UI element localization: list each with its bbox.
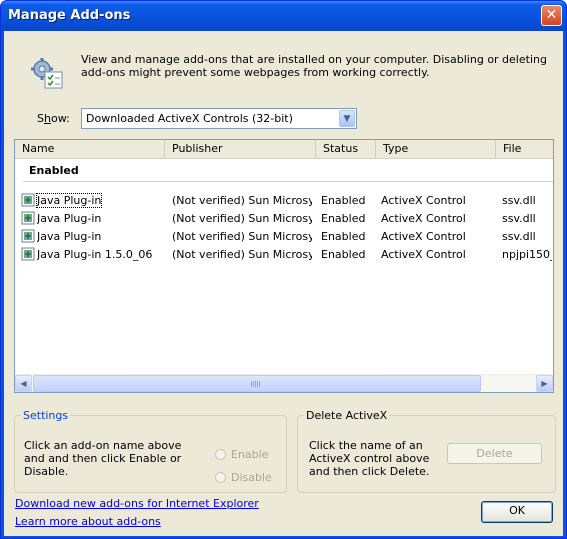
addon-status: Enabled	[321, 194, 366, 207]
scrollbar-thumb[interactable]	[33, 375, 481, 392]
delete-activex-legend: Delete ActiveX	[306, 409, 388, 422]
group-divider	[23, 181, 553, 182]
download-addons-link[interactable]: Download new add-ons for Internet Explor…	[15, 497, 259, 510]
addon-publisher: (Not verified) Sun Microsy…	[172, 194, 312, 207]
list-header: Name Publisher Status Type File	[15, 140, 553, 159]
scroll-right-icon[interactable]: ▶	[536, 375, 553, 392]
disable-label: Disable	[231, 471, 272, 484]
settings-gears-icon	[31, 58, 63, 89]
settings-group: Settings Click an add-on name above and …	[14, 409, 287, 493]
addon-type: ActiveX Control	[381, 230, 466, 243]
show-label: Show:	[37, 112, 70, 125]
addon-name[interactable]: Java Plug-in	[37, 212, 101, 225]
window-title: Manage Add-ons	[8, 8, 131, 23]
horizontal-scrollbar[interactable]: ◀ ▶	[15, 374, 553, 392]
delete-instructions: Click the name of an ActiveX control abo…	[309, 439, 430, 478]
dropdown-arrow-icon[interactable]: ▼	[339, 110, 355, 127]
addon-file: ssv.dll	[502, 212, 536, 225]
table-row[interactable]: Java Plug-in (Not verified) Sun Microsy……	[15, 210, 553, 228]
addon-type: ActiveX Control	[381, 194, 466, 207]
group-header-enabled: Enabled	[29, 164, 79, 177]
column-header-file[interactable]: File	[496, 140, 553, 158]
addon-name[interactable]: Java Plug-in 1.5.0_06	[37, 248, 152, 261]
delete-activex-group: Delete ActiveX Click the name of an Acti…	[297, 409, 556, 493]
dialog-body: View and manage add-ons that are install…	[4, 31, 563, 536]
table-row[interactable]: Java Plug-in (Not verified) Sun Microsy……	[15, 192, 553, 210]
column-header-type[interactable]: Type	[376, 140, 496, 158]
addon-status: Enabled	[321, 230, 366, 243]
addon-publisher: (Not verified) Sun Microsy…	[172, 230, 312, 243]
table-row[interactable]: Java Plug-in (Not verified) Sun Microsy……	[15, 228, 553, 246]
addon-publisher: (Not verified) Sun Microsy…	[172, 248, 312, 261]
addon-status: Enabled	[321, 248, 366, 261]
delete-button[interactable]: Delete	[447, 443, 542, 464]
column-header-publisher[interactable]: Publisher	[165, 140, 316, 158]
manage-addons-window: Manage Add-ons ✕ View and manage add-ons…	[0, 0, 567, 539]
title-bar[interactable]: Manage Add-ons ✕	[1, 1, 566, 31]
activex-control-icon	[21, 247, 35, 261]
addon-file: ssv.dll	[502, 194, 536, 207]
intro-text: View and manage add-ons that are install…	[81, 53, 547, 79]
addons-list[interactable]: Name Publisher Status Type File Enabled …	[14, 139, 554, 393]
activex-control-icon	[21, 211, 35, 225]
table-row[interactable]: Java Plug-in 1.5.0_06 (Not verified) Sun…	[15, 246, 553, 264]
column-header-status[interactable]: Status	[316, 140, 376, 158]
addon-type: ActiveX Control	[381, 248, 466, 261]
addon-name[interactable]: Java Plug-in	[35, 193, 103, 208]
settings-instructions: Click an add-on name above and and then …	[24, 439, 182, 478]
addon-type: ActiveX Control	[381, 212, 466, 225]
settings-legend: Settings	[23, 409, 69, 422]
addon-file: ssv.dll	[502, 230, 536, 243]
addon-publisher: (Not verified) Sun Microsy…	[172, 212, 312, 225]
close-button[interactable]: ✕	[541, 5, 562, 26]
addon-status: Enabled	[321, 212, 366, 225]
addon-name[interactable]: Java Plug-in	[37, 230, 101, 243]
enable-label: Enable	[231, 448, 269, 461]
activex-control-icon	[21, 193, 35, 207]
ok-button[interactable]: OK	[481, 501, 553, 523]
column-header-name[interactable]: Name	[15, 140, 165, 158]
radio-icon	[215, 449, 226, 460]
learn-more-link[interactable]: Learn more about add-ons	[15, 515, 161, 528]
show-dropdown[interactable]: Downloaded ActiveX Controls (32-bit) ▼	[81, 108, 357, 129]
addon-file: npjpi150_0	[502, 248, 552, 261]
grip-icon	[251, 381, 260, 387]
scroll-left-icon[interactable]: ◀	[15, 375, 32, 392]
show-dropdown-value: Downloaded ActiveX Controls (32-bit)	[86, 112, 293, 125]
radio-icon	[215, 472, 226, 483]
activex-control-icon	[21, 229, 35, 243]
